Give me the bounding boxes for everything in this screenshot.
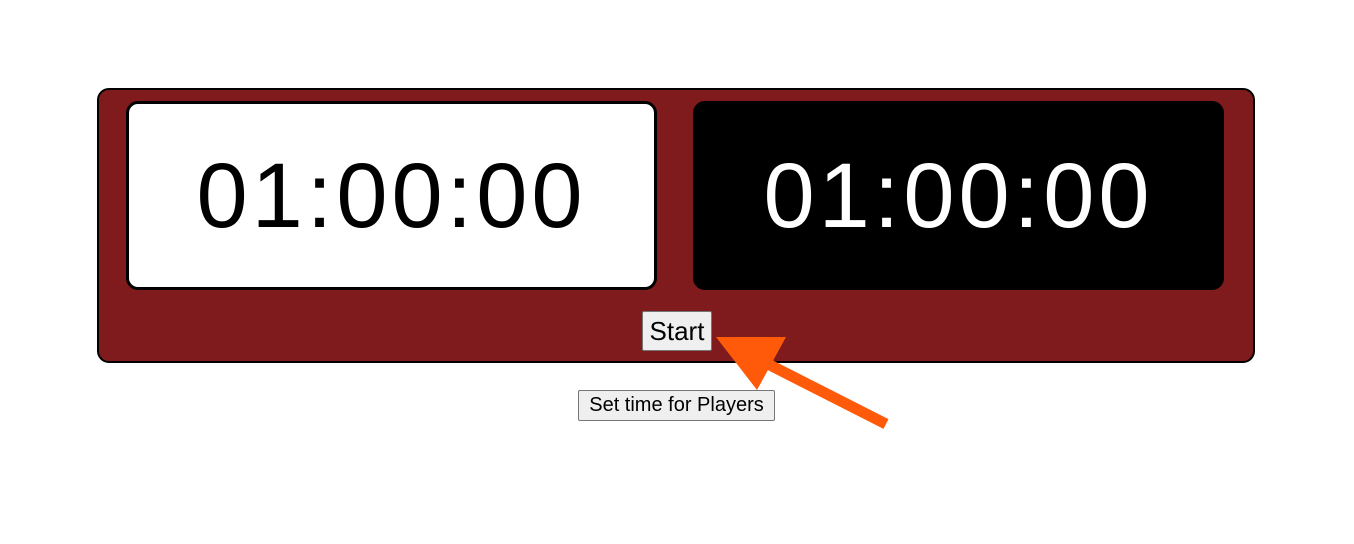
- player-one-clock[interactable]: 01:00:00: [126, 101, 657, 290]
- start-button[interactable]: Start: [642, 311, 712, 351]
- chess-clock-frame: 01:00:00 01:00:00 Start: [97, 88, 1255, 363]
- set-time-button[interactable]: Set time for Players: [578, 390, 775, 421]
- player-one-time: 01:00:00: [196, 144, 587, 247]
- player-two-time: 01:00:00: [763, 144, 1154, 247]
- player-two-clock[interactable]: 01:00:00: [693, 101, 1224, 290]
